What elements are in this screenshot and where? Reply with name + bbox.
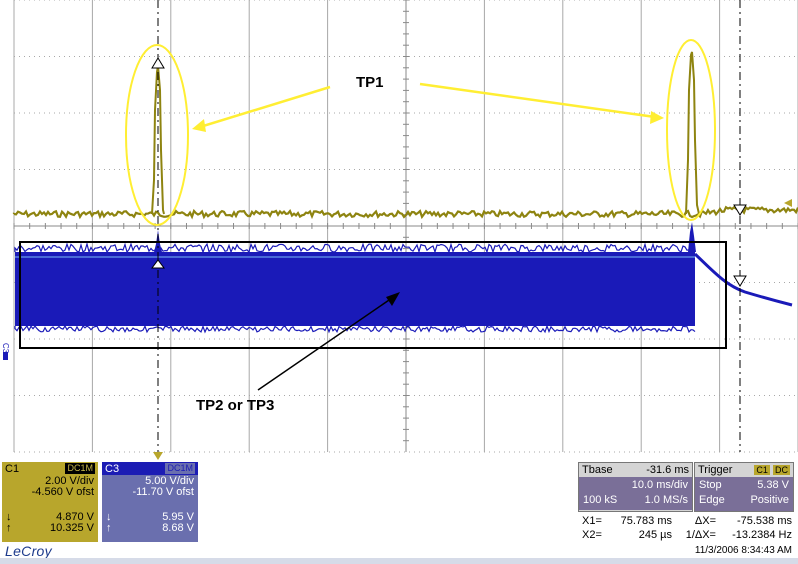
- c3-down-value: 5.95 V: [162, 511, 194, 523]
- c3-offset-label: C3: [1, 343, 10, 354]
- trigger-header: Trigger C1 DC: [695, 463, 793, 477]
- c3-channel-panel[interactable]: C3 DC1M 5.00 V/div -11.70 V ofst ↓ 5.95 …: [102, 462, 198, 542]
- trigger-type-row: Edge Positive: [695, 492, 793, 507]
- cursor-readout-row-2: X2= 245 µs 1/ΔX= -13.2384 Hz: [578, 528, 792, 542]
- c1-pulse-2: [685, 51, 700, 215]
- c3-vdiv: 5.00 V/div: [145, 475, 194, 487]
- c1-coupling-badge: DC1M: [65, 463, 95, 474]
- timebase-delay: -31.6 ms: [646, 464, 689, 476]
- tp1-arrow-left: [199, 85, 331, 129]
- c3-offset: -11.70 V ofst: [132, 486, 194, 498]
- annotation-layer: TP1 TP2 or TP3: [19, 39, 727, 414]
- tp1-arrow-right: [419, 82, 656, 119]
- acquisition-timestamp: 11/3/2006 8:34:43 AM: [694, 545, 792, 556]
- x1-label: X1=: [582, 515, 602, 527]
- timebase-sample-row: 100 kS 1.0 MS/s: [579, 492, 692, 507]
- tp1-label: TP1: [356, 74, 384, 91]
- trigger-type: Edge: [699, 493, 725, 506]
- c1-name: C1: [5, 462, 20, 475]
- c1-vdiv-row: 2.00 V/div: [2, 475, 98, 487]
- c3-vdiv-row: 5.00 V/div: [102, 475, 198, 487]
- c1-vdiv: 2.00 V/div: [45, 475, 94, 487]
- trigger-mode-row: Stop 5.38 V: [695, 477, 793, 492]
- c3-name: C3: [105, 462, 120, 475]
- trigger-source-badge: C1: [754, 465, 770, 475]
- graticule-grid: [13, 0, 798, 453]
- x2-label: X2=: [582, 529, 602, 541]
- tp2-tp3-label: TP2 or TP3: [196, 397, 274, 414]
- c1-down-row: ↓ 4.870 V: [2, 511, 98, 523]
- trigger-mode: Stop: [699, 478, 722, 491]
- trigger-coupling-badge: DC: [773, 465, 790, 475]
- trigger-level-icon[interactable]: [784, 199, 792, 207]
- lecroy-logo: LeCroy: [5, 543, 52, 559]
- timebase-panel[interactable]: Tbase -31.6 ms 10.0 ms/div 100 kS 1.0 MS…: [578, 462, 693, 512]
- trigger-position-icon[interactable]: [153, 452, 163, 460]
- c1-offset: -4.560 V ofst: [31, 486, 94, 498]
- cursor-x2-c3-marker-icon: [733, 275, 747, 287]
- timebase-tdiv-row: 10.0 ms/div: [579, 477, 692, 492]
- cursor-x1-c1-marker-icon: [151, 57, 165, 69]
- c3-up-arrow-icon: ↑: [106, 522, 112, 534]
- c3-trace: [14, 222, 793, 334]
- trigger-label: Trigger: [698, 464, 733, 476]
- timebase-label: Tbase: [582, 464, 613, 476]
- c1-panel-header: C1 DC1M: [2, 462, 98, 475]
- c1-up-value: 10.325 V: [49, 522, 94, 534]
- timebase-samples: 100 kS: [583, 493, 618, 506]
- c3-up-value: 8.68 V: [162, 522, 194, 534]
- timebase-header: Tbase -31.6 ms: [579, 463, 692, 477]
- c3-down-arrow-icon: ↓: [106, 511, 112, 523]
- timebase-rate: 1.0 MS/s: [644, 493, 688, 506]
- trigger-level: 5.38 V: [757, 478, 789, 491]
- c1-up-arrow-icon: ↑: [6, 522, 12, 534]
- c1-offset-row: -4.560 V ofst: [2, 486, 98, 498]
- tp1-arrowhead-left-icon: [192, 119, 206, 132]
- c1-up-row: ↑ 10.325 V: [2, 522, 98, 534]
- c3-up-row: ↑ 8.68 V: [102, 522, 198, 534]
- cursor-readout-row-1: X1= 75.783 ms ΔX= -75.538 ms: [578, 514, 792, 528]
- c3-offset-row: -11.70 V ofst: [102, 486, 198, 498]
- inv-dx-label: 1/ΔX=: [685, 529, 716, 541]
- trigger-slope: Positive: [750, 493, 789, 506]
- c3-noise-bottom: [14, 324, 696, 334]
- dx-label: ΔX=: [694, 515, 716, 527]
- c3-noise-top: [14, 241, 696, 254]
- tp1-arrowhead-right-icon: [650, 111, 664, 124]
- c3-panel-header: C3 DC1M: [102, 462, 198, 475]
- c1-channel-panel[interactable]: C1 DC1M 2.00 V/div -4.560 V ofst ↓ 4.870…: [2, 462, 98, 542]
- c3-down-row: ↓ 5.95 V: [102, 511, 198, 523]
- timebase-tdiv: 10.0 ms/div: [631, 478, 688, 491]
- c3-noise-band: [15, 252, 695, 326]
- inv-dx-value: -13.2384 Hz: [732, 529, 792, 541]
- cursor-readout: X1= 75.783 ms ΔX= -75.538 ms X2= 245 µs …: [578, 514, 792, 542]
- dx-value: -75.538 ms: [736, 515, 792, 527]
- x1-value: 75.783 ms: [620, 515, 672, 527]
- trigger-panel[interactable]: Trigger C1 DC Stop 5.38 V Edge Positive: [694, 462, 794, 512]
- c1-down-arrow-icon: ↓: [6, 511, 12, 523]
- x2-value: 245 µs: [638, 529, 672, 541]
- bottom-strip: [0, 558, 798, 564]
- c1-down-value: 4.870 V: [56, 511, 94, 523]
- c3-coupling-badge: DC1M: [165, 463, 195, 474]
- c3-ground-marker: C3: [1, 343, 10, 360]
